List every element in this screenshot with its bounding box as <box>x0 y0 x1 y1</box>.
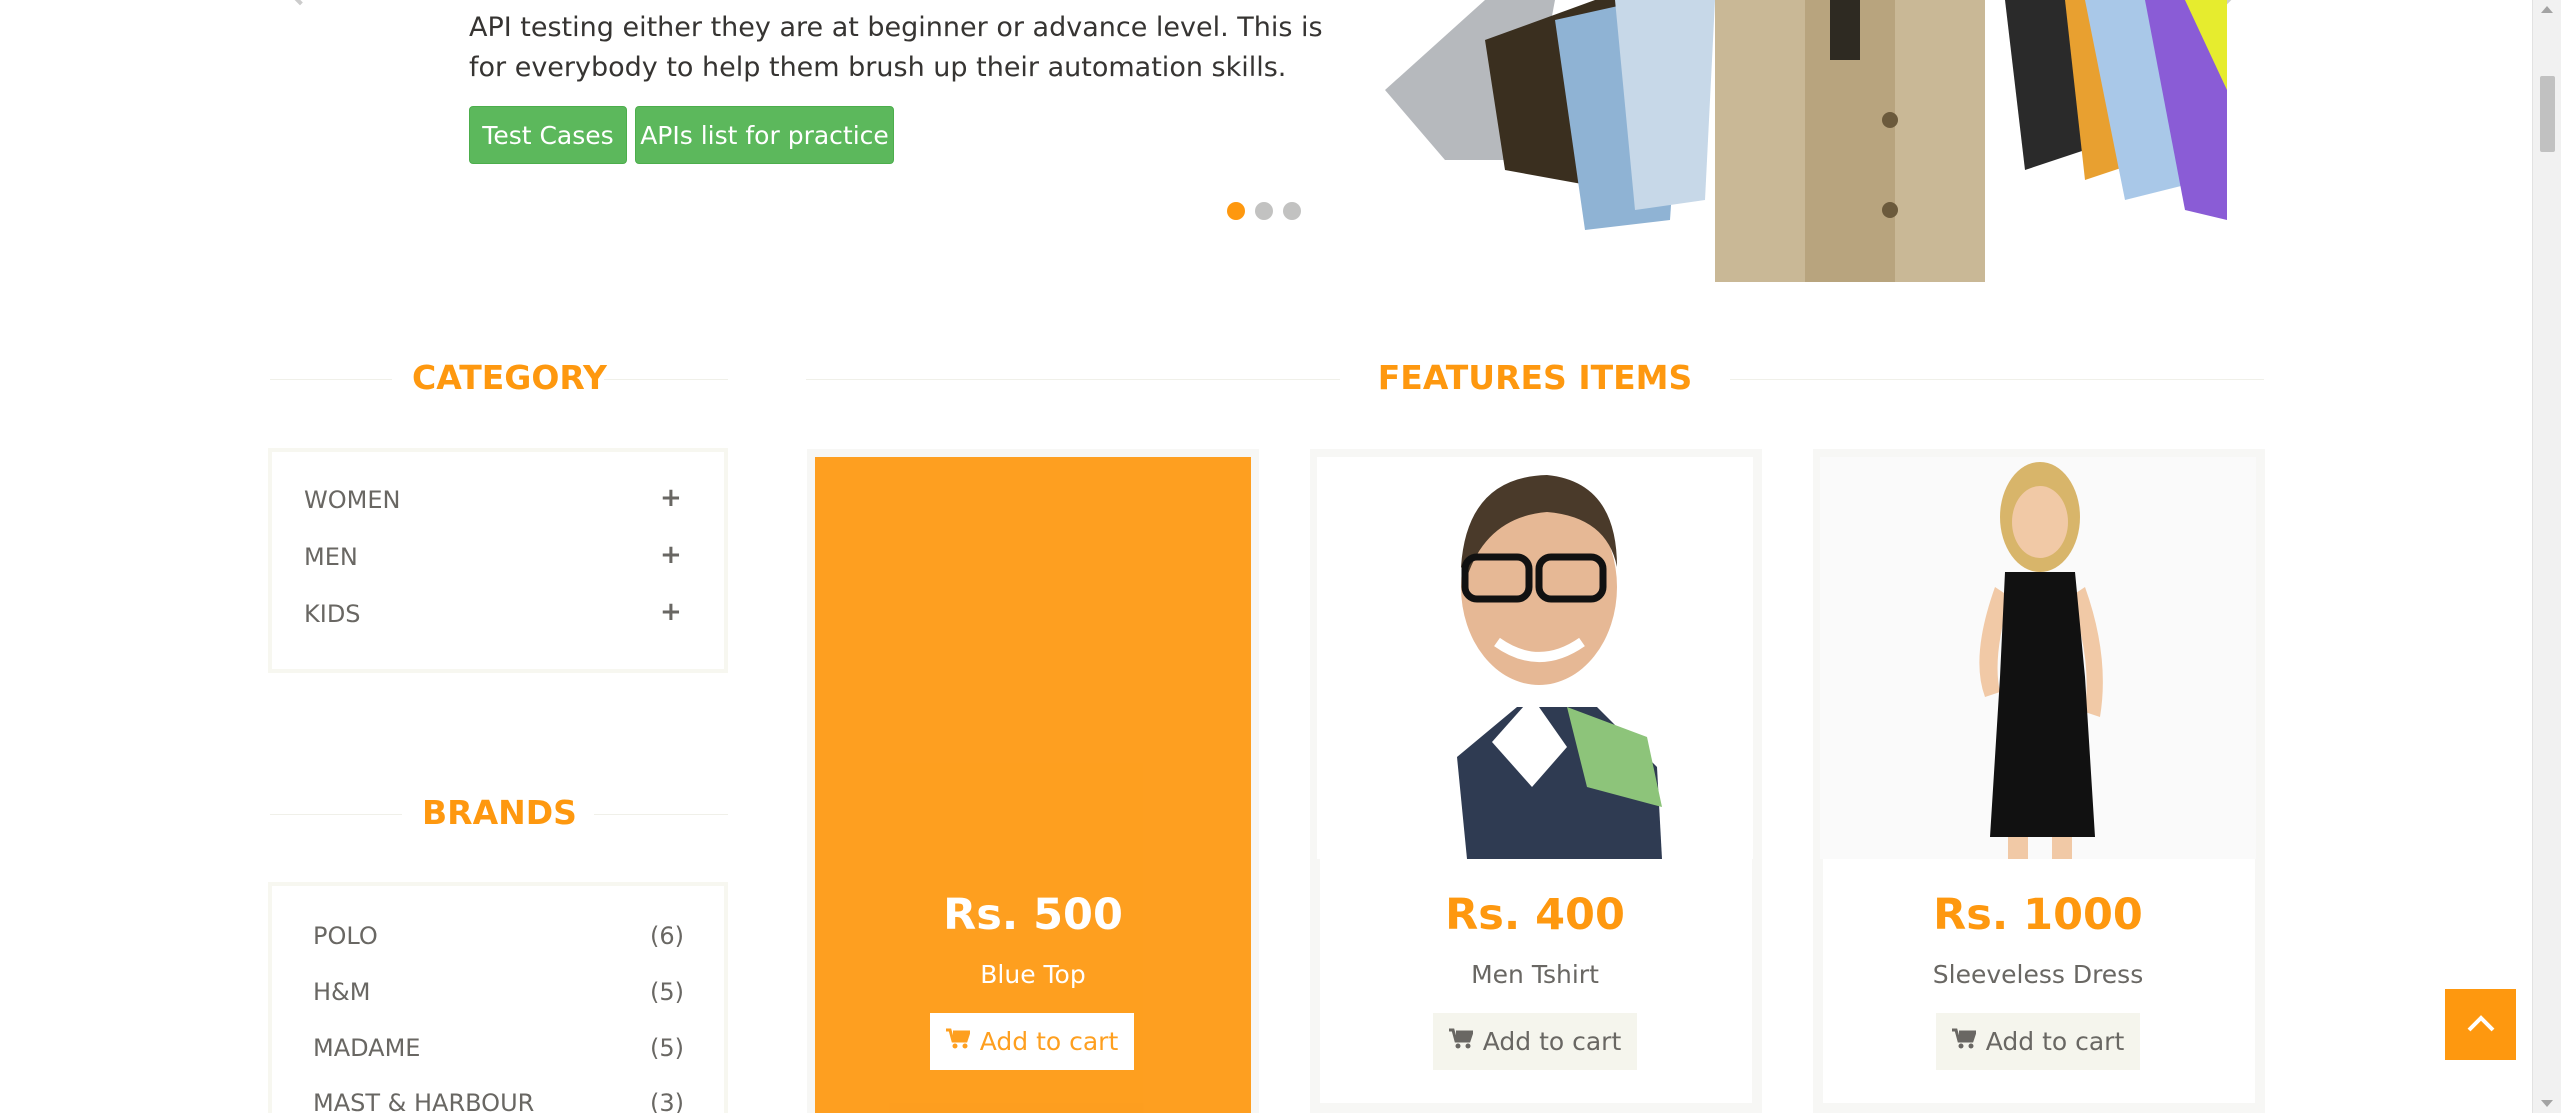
slider-dot-2[interactable] <box>1255 202 1273 220</box>
product-price: Rs. 500 <box>943 890 1123 940</box>
brand-hm-count: (5) <box>650 978 684 1006</box>
chevron-up-icon <box>2466 1013 2496 1037</box>
category-men[interactable]: MEN <box>304 543 358 571</box>
category-title: CATEGORY <box>392 358 607 397</box>
slider-dot-1[interactable] <box>1227 202 1245 220</box>
slider-description: API testing either they are at beginner … <box>469 12 1323 83</box>
test-cases-button[interactable]: Test Cases <box>469 106 627 164</box>
product-image <box>1317 457 1753 859</box>
add-to-cart-button[interactable]: Add to cart <box>1936 1013 2140 1070</box>
product-name: Blue Top <box>980 960 1086 989</box>
product-price: Rs. 400 <box>1445 890 1625 940</box>
apis-list-button[interactable]: APIs list for practice <box>635 106 894 164</box>
add-to-cart-button[interactable]: Add to cart <box>1433 1013 1637 1070</box>
brand-mast-harbour-count: (3) <box>650 1089 684 1113</box>
scroll-up-arrow-icon[interactable] <box>2541 6 2553 13</box>
product-name: Sleeveless Dress <box>1932 960 2144 989</box>
brand-madame-count: (5) <box>650 1034 684 1062</box>
category-kids[interactable]: KIDS <box>304 600 361 628</box>
product-price: Rs. 1000 <box>1933 890 2143 940</box>
add-to-cart-label: Add to cart <box>1985 1027 2125 1056</box>
brand-polo[interactable]: POLO <box>313 922 378 950</box>
cart-icon <box>945 1027 971 1056</box>
add-to-cart-button[interactable]: Add to cart <box>930 1013 1134 1070</box>
brand-mast-harbour[interactable]: MAST & HARBOUR <box>313 1089 534 1113</box>
features-title: FEATURES ITEMS <box>1340 358 1730 397</box>
slider-indicators <box>1227 202 1301 220</box>
add-to-cart-label: Add to cart <box>1482 1027 1622 1056</box>
brand-madame[interactable]: MADAME <box>313 1034 420 1062</box>
brand-hm[interactable]: H&M <box>313 978 370 1006</box>
cart-icon <box>1951 1027 1977 1056</box>
slider-dot-3[interactable] <box>1283 202 1301 220</box>
scrollbar-thumb[interactable] <box>2540 76 2555 152</box>
slider-prev-icon[interactable] <box>288 0 312 6</box>
category-women[interactable]: WOMEN <box>304 486 400 514</box>
scroll-to-top-button[interactable] <box>2445 989 2516 1060</box>
hero-image <box>1385 0 2227 282</box>
plus-icon[interactable]: + <box>660 483 682 513</box>
product-overlay[interactable]: Rs. 500 Blue Top Add to cart <box>815 457 1251 1113</box>
page-scrollbar[interactable] <box>2532 0 2561 1113</box>
product-name: Men Tshirt <box>1471 960 1599 989</box>
plus-icon[interactable]: + <box>660 597 682 627</box>
brand-polo-count: (6) <box>650 922 684 950</box>
brands-title: BRANDS <box>402 793 594 832</box>
plus-icon[interactable]: + <box>660 540 682 570</box>
cart-icon <box>1448 1027 1474 1056</box>
product-image <box>1820 457 2256 859</box>
scroll-down-arrow-icon[interactable] <box>2541 1100 2553 1107</box>
add-to-cart-label: Add to cart <box>979 1027 1119 1056</box>
